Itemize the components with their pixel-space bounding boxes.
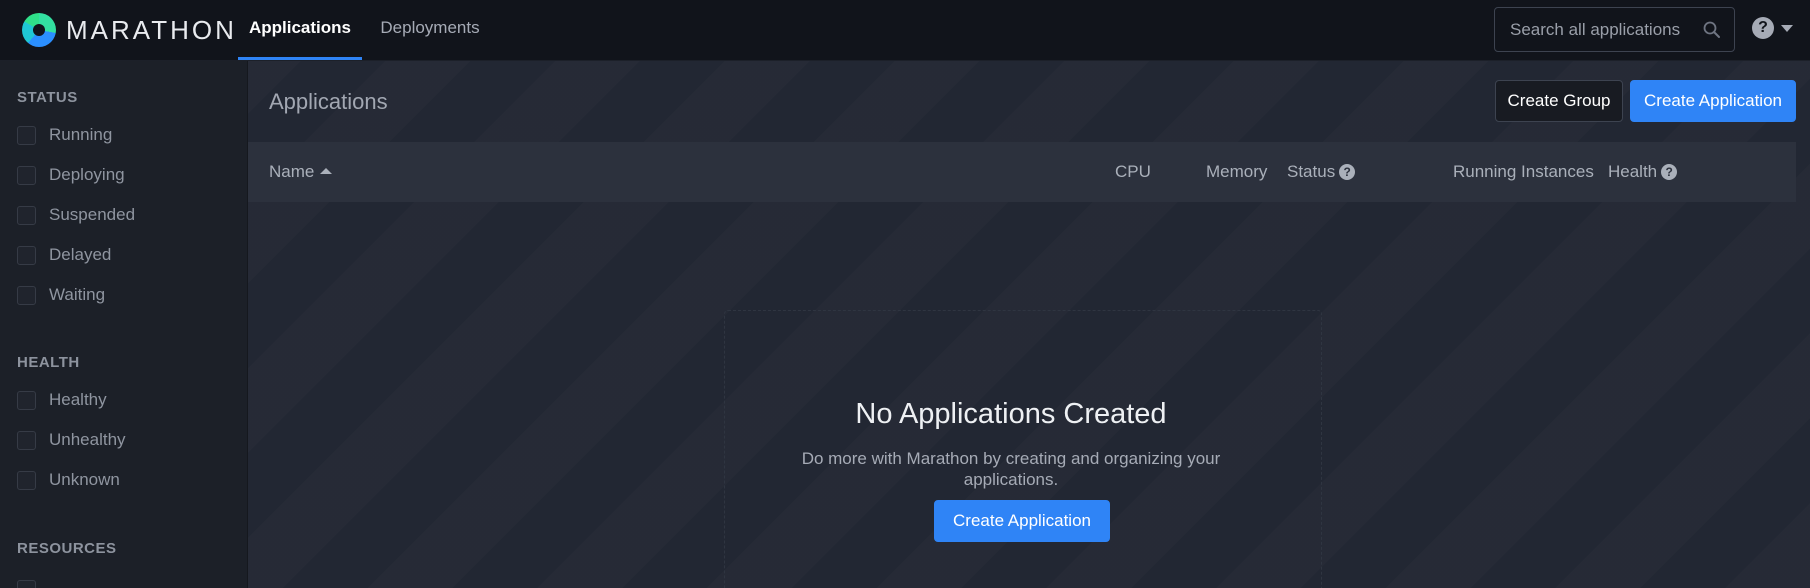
page-title: Applications (269, 89, 388, 114)
filter-sidebar: STATUS Running Deploying Suspended Delay… (0, 61, 248, 588)
filter-deploying[interactable]: Deploying (17, 163, 125, 187)
checkbox[interactable] (17, 430, 36, 450)
empty-create-application-button[interactable]: Create Application (934, 500, 1110, 542)
filter-label: Unhealthy (49, 430, 126, 449)
column-running-instances[interactable]: Running Instances (1453, 142, 1594, 202)
empty-state-description: Do more with Marathon by creating and or… (801, 449, 1221, 489)
column-name[interactable]: Name (269, 142, 333, 202)
brand[interactable]: MARATHON (22, 11, 237, 49)
status-heading: STATUS (17, 89, 78, 106)
filter-label: Suspended (49, 205, 136, 224)
create-group-button[interactable]: Create Group (1495, 80, 1623, 122)
filter-healthy[interactable]: Healthy (17, 388, 107, 412)
tab-applications[interactable]: Applications (238, 0, 362, 60)
filter-resource-partial[interactable] (17, 577, 36, 588)
filter-label: Delayed (49, 245, 112, 264)
column-memory[interactable]: Memory (1206, 142, 1267, 202)
filter-running[interactable]: Running (17, 123, 112, 147)
filter-waiting[interactable]: Waiting (17, 283, 105, 307)
filter-delayed[interactable]: Delayed (17, 243, 111, 267)
filter-unhealthy[interactable]: Unhealthy (17, 428, 126, 452)
checkbox[interactable] (17, 390, 36, 410)
checkbox[interactable] (17, 579, 36, 588)
empty-state-title: No Applications Created (855, 398, 1167, 430)
caret-down-icon (1781, 24, 1793, 32)
table-header: Name CPU Memory Status? Running Instance… (248, 142, 1796, 202)
column-label: Status (1287, 162, 1336, 181)
filter-label: Unknown (49, 470, 120, 489)
search-icon[interactable] (1702, 20, 1722, 40)
checkbox[interactable] (17, 470, 36, 490)
sort-ascending-icon (320, 168, 333, 174)
column-label: Health (1608, 162, 1658, 181)
question-circle-icon[interactable]: ? (1752, 17, 1774, 39)
checkbox[interactable] (17, 205, 36, 225)
checkbox[interactable] (17, 125, 36, 145)
filter-label: Deploying (49, 165, 125, 184)
question-circle-icon[interactable]: ? (1661, 164, 1678, 180)
column-status[interactable]: Status? (1287, 142, 1356, 202)
filter-suspended[interactable]: Suspended (17, 203, 135, 227)
search-box (1494, 7, 1735, 52)
health-heading: HEALTH (17, 354, 80, 371)
filter-label: Waiting (49, 285, 106, 304)
help-menu[interactable]: ? (1752, 17, 1793, 39)
resources-heading: RESOURCES (17, 540, 117, 557)
checkbox[interactable] (17, 165, 36, 185)
empty-state-description-wrap: Do more with Marathon by creating and or… (248, 448, 1774, 490)
column-health[interactable]: Health? (1608, 142, 1678, 202)
filter-label: Running (49, 125, 113, 144)
column-cpu[interactable]: CPU (1115, 142, 1151, 202)
create-application-button[interactable]: Create Application (1630, 80, 1796, 122)
empty-state-title-wrap: No Applications Created (248, 398, 1774, 431)
brand-name: MARATHON (66, 14, 237, 45)
filter-unknown[interactable]: Unknown (17, 468, 120, 492)
filter-label: Healthy (49, 390, 107, 409)
question-circle-icon[interactable]: ? (1339, 164, 1356, 180)
marathon-logo-icon (22, 13, 56, 47)
checkbox[interactable] (17, 285, 36, 305)
checkbox[interactable] (17, 245, 36, 265)
search-input[interactable] (1510, 19, 1700, 40)
top-navbar: MARATHON Applications Deployments ? (0, 0, 1810, 61)
column-label: Name (269, 162, 315, 181)
tab-deployments[interactable]: Deployments (374, 0, 486, 60)
